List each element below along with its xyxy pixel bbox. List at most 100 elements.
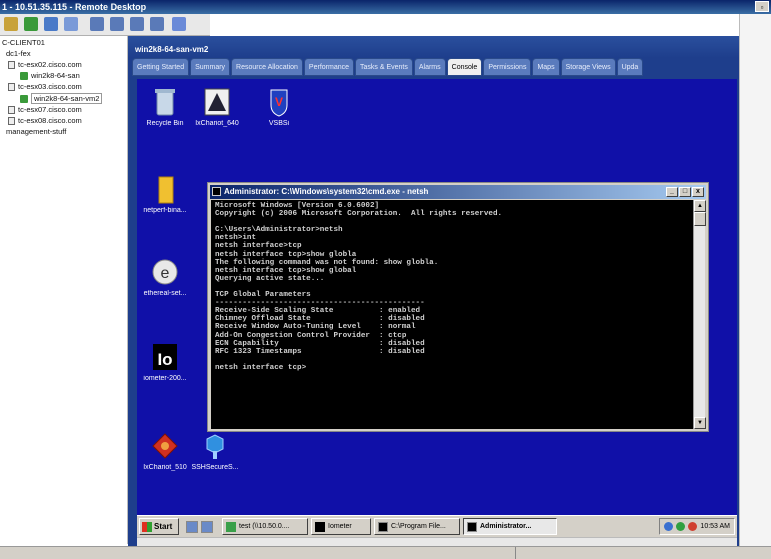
restore-button[interactable]: ▫: [755, 1, 769, 12]
tree-item-host[interactable]: tc-esx03.cisco.com: [8, 82, 82, 91]
cmd-title-bar[interactable]: Administrator: C:\Windows\system32\cmd.e…: [210, 185, 706, 199]
console-line: C:\Users\Administrator>netsh: [215, 226, 343, 235]
tab-alarms[interactable]: Alarms: [413, 58, 446, 76]
host-icon: [8, 105, 15, 114]
edit-settings-icon[interactable]: [172, 17, 186, 31]
console-line: netsh interface tcp>show globla: [215, 250, 357, 259]
cmd-window[interactable]: Administrator: C:\Windows\system32\cmd.e…: [207, 182, 709, 432]
guest-taskbar: Start test (\\10.50.0.... Iometer C:\Pro…: [137, 515, 737, 537]
windows-flag-icon: [142, 521, 152, 532]
reset-icon[interactable]: [64, 17, 78, 31]
tab-resource-allocation[interactable]: Resource Allocation: [231, 58, 303, 76]
ssh-icon: [201, 431, 229, 461]
right-edge-panel: [739, 14, 771, 546]
snapshot-manager-icon[interactable]: [130, 17, 144, 31]
desktop-icon-ixchariot-510[interactable]: IxChariot_510: [137, 431, 193, 471]
system-tray: 10:53 AM: [659, 518, 735, 535]
host-icon: [8, 116, 15, 125]
desktop-icon-ixchariot-640[interactable]: IxChariot_640: [189, 87, 245, 127]
minimize-button[interactable]: _: [666, 187, 678, 197]
tab-permissions[interactable]: Permissions: [483, 58, 532, 76]
taskbar-button-administrator[interactable]: Administrator...: [463, 518, 557, 535]
console-horizontal-scrollbar[interactable]: [137, 537, 737, 546]
cmd-console-output[interactable]: Microsoft Windows [Version 6.0.6002] Copy…: [211, 200, 695, 429]
console-line: Querying active state...: [215, 274, 325, 283]
tab-storage-views[interactable]: Storage Views: [560, 58, 616, 76]
tree-item-host[interactable]: tc-esx02.cisco.com: [8, 60, 82, 69]
ixchariot510-icon: [151, 431, 179, 461]
tab-update-manager[interactable]: Upda: [616, 58, 644, 76]
scroll-up-arrow-icon[interactable]: ▲: [694, 200, 706, 212]
status-bar: [0, 546, 771, 559]
tab-maps[interactable]: Maps: [532, 58, 560, 76]
host-icon: [8, 60, 15, 69]
vsphere-toolbar: [0, 14, 210, 36]
revert-icon[interactable]: [110, 17, 124, 31]
power-icon[interactable]: [688, 522, 698, 531]
cmd-scrollbar[interactable]: ▲ ▼: [693, 200, 706, 429]
console-line: The following command was not found: sho…: [215, 258, 439, 267]
tree-item-folder[interactable]: management-stuff: [6, 127, 66, 136]
console-line: Copyright (c) 2006 Microsoft Corporation…: [215, 210, 503, 219]
tree-item-host[interactable]: tc-esx08.cisco.com: [8, 116, 82, 125]
taskbar-button-iometer[interactable]: Iometer: [311, 518, 371, 535]
tab-tasks-events[interactable]: Tasks & Events: [355, 58, 413, 76]
tree-item-datacenter[interactable]: dc1-fex: [6, 49, 31, 58]
explorer-icon: [226, 521, 236, 532]
ixchariot-icon: [203, 87, 231, 117]
tree-item-host[interactable]: tc-esx07.cisco.com: [8, 105, 82, 114]
cmd-title-text: Administrator: C:\Windows\system32\cmd.e…: [224, 187, 429, 196]
tree-item-vm-selected[interactable]: win2k8-64-san-vm2: [20, 93, 103, 104]
taskbar-button-explorer[interactable]: test (\\10.50.0....: [222, 518, 308, 535]
power-on-icon[interactable]: [24, 17, 38, 31]
desktop-icon-netperf[interactable]: netperf-bina...: [137, 174, 193, 214]
svg-text:V: V: [275, 95, 283, 109]
snapshot-icon[interactable]: [90, 17, 104, 31]
tree-item-vm[interactable]: win2k8-64-san: [20, 71, 80, 80]
taskbar-button-program-files[interactable]: C:\Program File...: [374, 518, 460, 535]
iometer-icon: Io: [151, 342, 179, 372]
close-button[interactable]: x: [692, 187, 704, 197]
tab-performance[interactable]: Performance: [303, 58, 354, 76]
console-line: Chimney Offload State : disabled: [215, 315, 425, 324]
status-divider: [515, 547, 516, 559]
server-manager-icon[interactable]: [186, 520, 198, 533]
host-icon: [8, 82, 15, 91]
scroll-thumb[interactable]: [694, 212, 706, 226]
desktop-icon-vsbsi[interactable]: V VSBSi: [251, 87, 307, 127]
suspend-icon[interactable]: [44, 17, 58, 31]
show-desktop-icon[interactable]: [201, 520, 213, 533]
vm-tab-strip: Getting Started Summary Resource Allocat…: [132, 58, 736, 76]
desktop-icon-ssh[interactable]: SSHSecureS...: [187, 431, 243, 471]
tab-summary[interactable]: Summary: [190, 58, 231, 76]
remote-desktop-title-bar: 1 - 10.51.35.115 - Remote Desktop ▫: [0, 0, 771, 14]
svg-text:e: e: [161, 265, 170, 282]
ethereal-icon: e: [151, 257, 179, 287]
start-button[interactable]: Start: [139, 518, 179, 535]
console-line: RFC 1323 Timestamps : disabled: [215, 347, 425, 356]
vm-name-header: win2k8-64-san-vm2: [128, 36, 739, 58]
console-icon[interactable]: [150, 17, 164, 31]
tab-getting-started[interactable]: Getting Started: [132, 58, 190, 76]
svg-text:Io: Io: [157, 350, 172, 369]
cmd-small-icon: [378, 521, 388, 532]
vmware-tools-icon[interactable]: [676, 522, 686, 531]
console-line: netsh>int: [215, 234, 257, 243]
desktop-icon-iometer[interactable]: Io iometer-200...: [137, 342, 193, 382]
network-icon[interactable]: [664, 522, 674, 531]
maximize-button[interactable]: □: [679, 187, 691, 197]
vm-icon: [20, 94, 28, 103]
tree-item-client[interactable]: C-CLIENT01: [2, 38, 45, 47]
scroll-down-arrow-icon[interactable]: ▼: [694, 417, 706, 429]
tab-console[interactable]: Console: [446, 58, 483, 76]
power-off-icon[interactable]: [4, 17, 18, 31]
remote-desktop-window: 1 - 10.51.35.115 - Remote Desktop ▫ C-CL…: [0, 0, 771, 559]
desktop-icon-recycle-bin[interactable]: Recycle Bin: [137, 87, 193, 127]
console-line: netsh interface tcp>show global: [215, 266, 357, 275]
desktop-icon-ethereal[interactable]: e ethereal-set...: [137, 257, 193, 297]
console-line: Microsoft Windows [Version 6.0.6002]: [215, 202, 380, 210]
console-line: Add-On Congestion Control Provider : ctc…: [215, 331, 407, 340]
vsbsi-shield-icon: V: [265, 87, 293, 117]
